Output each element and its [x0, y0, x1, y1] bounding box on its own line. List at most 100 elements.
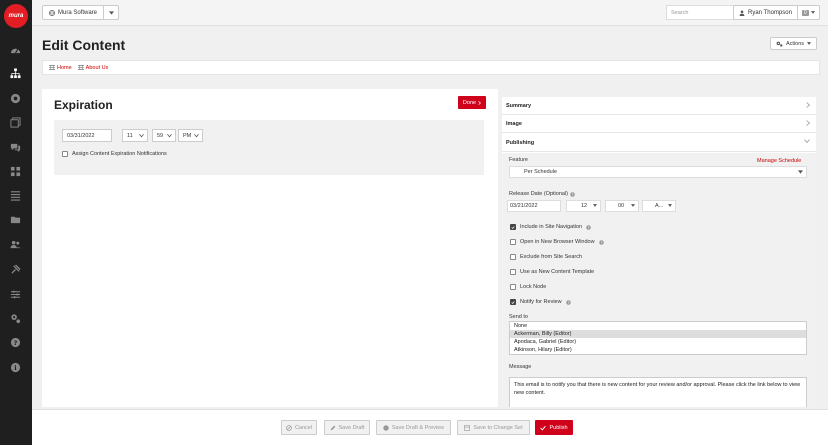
grid-icon	[77, 65, 84, 70]
checkbox[interactable]	[510, 239, 516, 245]
plugins-icon[interactable]	[9, 264, 22, 275]
release-date-input[interactable]: 03/21/2022	[507, 200, 561, 212]
list-item[interactable]: Apodaca, Gabriel (Editor)	[510, 338, 806, 346]
list-icon	[464, 424, 471, 431]
save-draft-preview-button[interactable]: Save Draft & Preview	[376, 420, 451, 435]
list-item[interactable]: None	[510, 322, 806, 330]
expiration-notify-option[interactable]: Assign Content Expiration Notifications	[62, 151, 167, 157]
expiration-date-value: 03/31/2022	[67, 132, 95, 139]
folder-icon[interactable]	[9, 214, 22, 225]
grid-icon	[49, 65, 55, 70]
save-draft-preview-label: Save Draft & Preview	[391, 424, 445, 431]
release-minute-select[interactable]: 00	[605, 200, 639, 212]
done-button[interactable]: Done	[458, 96, 486, 109]
accordion-summary[interactable]: Summary	[502, 97, 816, 115]
expiration-minute-select[interactable]: 59	[152, 129, 176, 142]
expiration-title: Expiration	[54, 98, 113, 112]
user-menu[interactable]: Ryan Thompson 0	[733, 5, 820, 20]
save-draft-label: Save Draft	[338, 424, 365, 431]
expiration-hour-select[interactable]: 11	[122, 129, 148, 142]
svg-text:?: ?	[567, 300, 569, 304]
message-textarea[interactable]: This email is to notify you that there i…	[509, 377, 807, 407]
users-icon[interactable]	[9, 239, 22, 250]
chevron-right-icon	[478, 100, 482, 105]
list-item[interactable]: Atkinson, Hilary (Editor)	[510, 346, 806, 354]
publish-button[interactable]: Publish	[535, 420, 573, 435]
help-icon[interactable]: ?	[565, 299, 571, 305]
option-notify-review[interactable]: Notify for Review ?	[510, 299, 571, 305]
list-item[interactable]: Ackerman, Billy (Editor)	[510, 330, 806, 338]
option-content-template[interactable]: Use as New Content Template	[510, 269, 594, 275]
files-icon[interactable]	[9, 117, 22, 128]
expiration-notify-checkbox[interactable]	[62, 151, 68, 157]
release-ampm-select[interactable]: A...	[642, 200, 676, 212]
accordion-publishing[interactable]: Publishing	[502, 134, 816, 152]
feature-label: Feature	[509, 157, 528, 163]
expiration-hour-value: 11	[127, 132, 133, 139]
expiration-ampm-select[interactable]: PM	[178, 129, 203, 142]
svg-text:?: ?	[572, 192, 574, 196]
caret-down-icon	[807, 42, 812, 45]
publishing-section: Feature Manage Schedule Per Schedule Rel…	[502, 153, 816, 407]
breadcrumb-about-us[interactable]: About Us	[77, 65, 108, 71]
accordion-image[interactable]: Image	[502, 115, 816, 133]
expiration-date-input[interactable]: 03/31/2022	[62, 129, 112, 142]
globe-icon	[383, 424, 389, 431]
chevron-down-icon	[194, 134, 199, 138]
dashboard-icon[interactable]	[9, 44, 22, 55]
mura-logo[interactable]: mura	[4, 4, 28, 28]
breadcrumb-home[interactable]: Home	[49, 65, 72, 71]
chevron-right-icon	[806, 102, 810, 108]
save-draft-button[interactable]: Save Draft	[324, 420, 370, 435]
send-to-listbox[interactable]: None Ackerman, Billy (Editor) Apodaca, G…	[509, 321, 807, 355]
cancel-button[interactable]: Cancel	[281, 420, 317, 435]
option-include-in-nav[interactable]: Include in Site Navigation ?	[510, 224, 591, 230]
option-label: Open in New Browser Window	[520, 239, 595, 245]
svg-text:?: ?	[14, 339, 18, 347]
help-icon[interactable]: ?	[586, 224, 591, 230]
save-change-set-button[interactable]: Save to Change Set	[457, 420, 530, 435]
expiration-panel: Expiration Done 03/31/2022 11 59 PM Assi…	[42, 89, 498, 407]
sliders-icon[interactable]	[9, 289, 22, 300]
caret-down-icon	[668, 204, 672, 207]
help-icon[interactable]: ?	[598, 239, 604, 245]
release-date-value: 03/21/2022	[510, 203, 538, 209]
expiration-notify-label: Assign Content Expiration Notifications	[72, 151, 167, 157]
checkbox[interactable]	[510, 284, 516, 290]
categories-icon[interactable]	[9, 166, 22, 177]
expiration-fields: 03/31/2022 11 59 PM Assign Content Expir…	[54, 120, 484, 175]
release-hour-value: 12	[581, 203, 588, 209]
option-label: Use as New Content Template	[520, 269, 595, 275]
info-icon[interactable]: i	[9, 362, 22, 373]
option-exclude-search[interactable]: Exclude from Site Search	[510, 254, 582, 260]
check-icon	[540, 425, 547, 431]
chevron-down-icon	[139, 134, 144, 138]
option-lock-node[interactable]: Lock Node	[510, 284, 546, 290]
components-icon[interactable]	[9, 93, 22, 104]
actions-button[interactable]: Actions	[770, 37, 818, 50]
gears-icon	[776, 41, 783, 47]
release-hour-select[interactable]: 12	[566, 200, 601, 212]
site-selector[interactable]: Mura Software	[42, 5, 120, 20]
release-ampm-value: A...	[655, 203, 664, 209]
settings-icon[interactable]	[9, 313, 22, 324]
help-icon[interactable]: ?	[9, 337, 22, 348]
chevron-down-icon	[804, 139, 810, 143]
checkbox-checked[interactable]	[510, 224, 516, 230]
list-icon[interactable]	[9, 190, 22, 201]
notifications-dropdown[interactable]: 0	[798, 9, 819, 16]
checkbox[interactable]	[510, 269, 516, 275]
checkbox-checked[interactable]	[510, 299, 516, 305]
feature-select[interactable]: Per Schedule	[509, 166, 807, 178]
sitemap-icon[interactable]	[9, 68, 22, 79]
caret-down-icon	[798, 170, 803, 174]
help-icon[interactable]: ?	[570, 191, 575, 197]
page-title: Edit Content	[42, 37, 126, 53]
svg-text:?: ?	[588, 225, 590, 229]
ban-icon	[286, 424, 292, 431]
caret-down-icon[interactable]	[104, 10, 118, 15]
comments-icon[interactable]	[9, 142, 22, 153]
checkbox[interactable]	[510, 254, 516, 260]
option-open-new-window[interactable]: Open in New Browser Window ?	[510, 239, 604, 245]
manage-schedule-link[interactable]: Manage Schedule	[757, 158, 801, 164]
